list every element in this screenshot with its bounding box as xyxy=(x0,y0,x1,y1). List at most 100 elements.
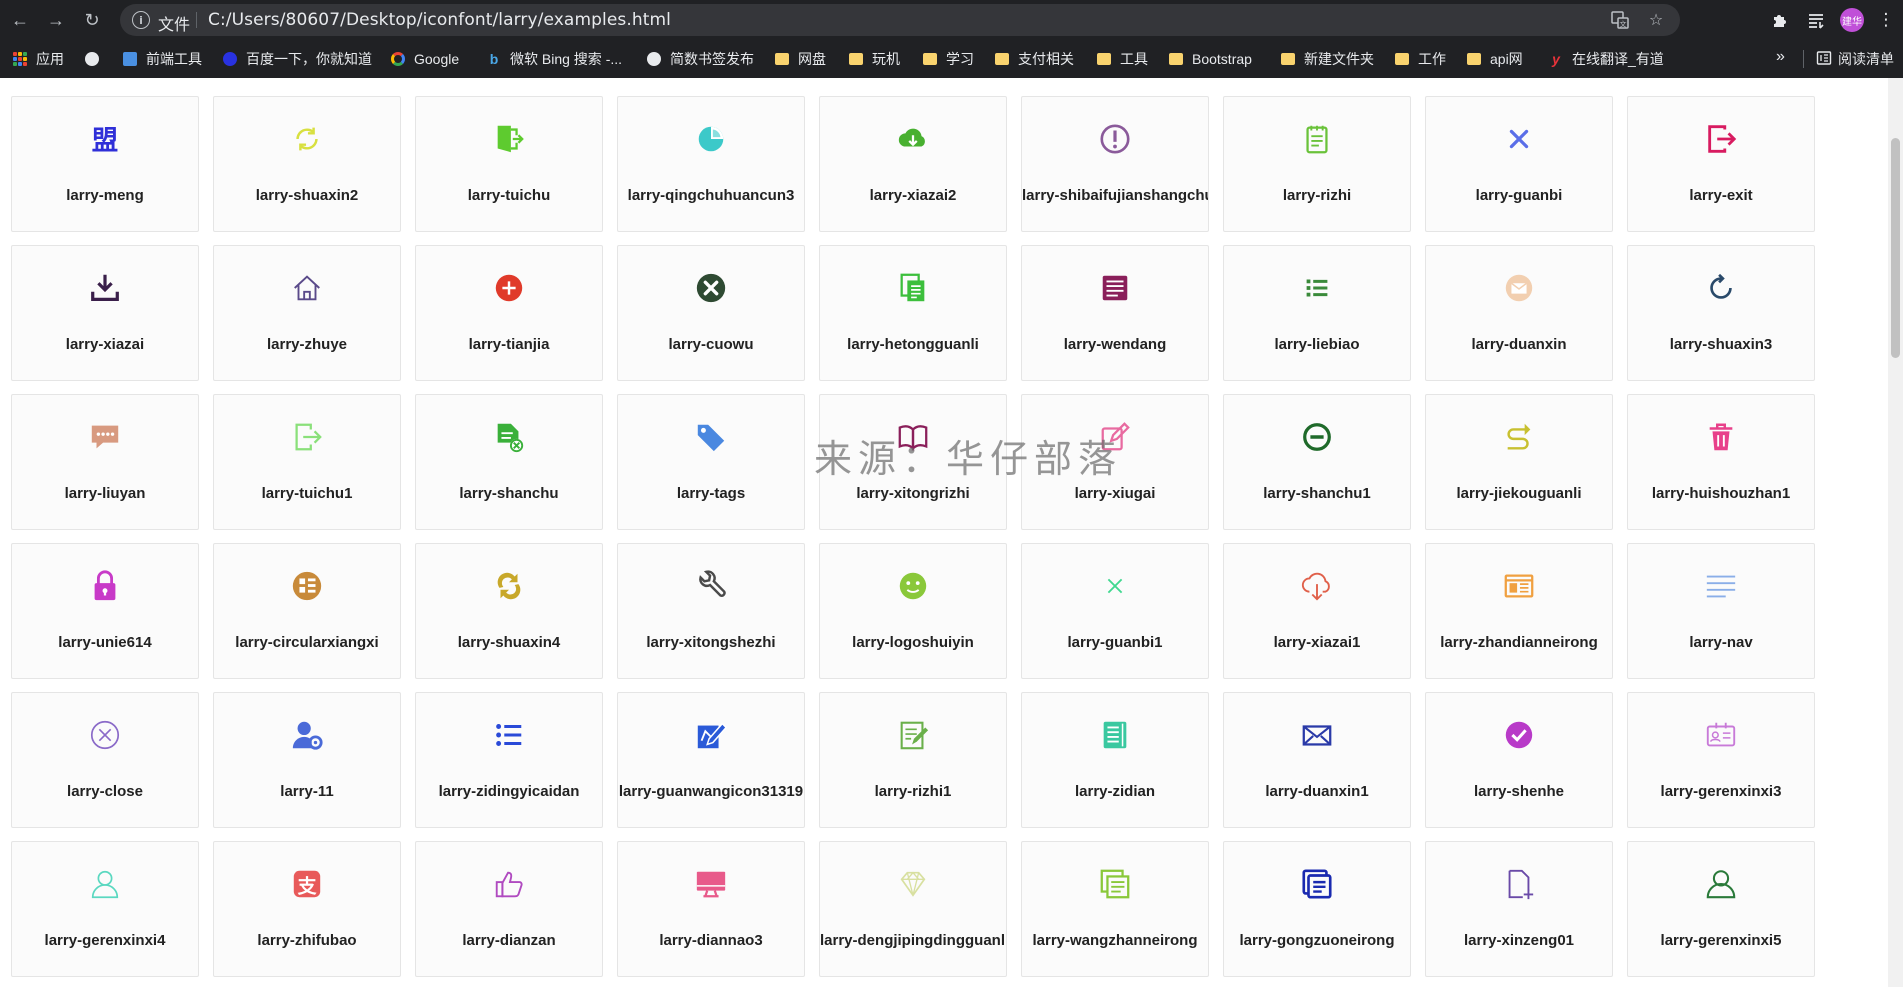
icon-card[interactable]: larry-xiazai1 xyxy=(1223,543,1411,679)
bookmarks-overflow-chevron[interactable]: » xyxy=(1776,48,1785,66)
icon-name-label: larry-circularxiangxi xyxy=(235,634,379,651)
cloud-download-icon xyxy=(895,121,931,157)
reload-icon[interactable]: ↻ xyxy=(80,8,104,32)
icon-card[interactable]: larry-shuaxin4 xyxy=(415,543,603,679)
icon-card[interactable]: larry-xiazai xyxy=(11,245,199,381)
icon-card[interactable]: larry-shanchu xyxy=(415,394,603,530)
icon-card[interactable]: larry-gerenxinxi5 xyxy=(1627,841,1815,977)
forward-arrow-icon[interactable]: → xyxy=(44,8,68,32)
icon-card[interactable]: larry-xitongshezhi xyxy=(617,543,805,679)
icon-card[interactable]: larry-liuyan xyxy=(11,394,199,530)
bookmark-folder-zhifu[interactable]: 支付相关 xyxy=(994,49,1074,69)
icon-card[interactable]: 盟 larry-meng xyxy=(11,96,199,232)
icon-card[interactable]: larry-tuichu xyxy=(415,96,603,232)
bookmark-folder-api[interactable]: api网 xyxy=(1466,49,1523,69)
lock-icon xyxy=(87,568,123,604)
icon-card[interactable]: larry-hetongguanli xyxy=(819,245,1007,381)
bookmark-folder-gongju[interactable]: 工具 xyxy=(1096,49,1148,69)
icon-card[interactable]: larry-wangzhanneirong xyxy=(1021,841,1209,977)
icon-card[interactable]: larry-guanwangicon31319 xyxy=(617,692,805,828)
page-scrollbar[interactable] xyxy=(1888,78,1903,987)
icon-card[interactable]: larry-tianjia xyxy=(415,245,603,381)
icon-card[interactable]: larry-zidingyicaidan xyxy=(415,692,603,828)
icon-card[interactable]: larry-qingchuhuancun3 xyxy=(617,96,805,232)
reading-list-button[interactable]: 阅读清单 xyxy=(1816,49,1894,69)
translate-icon[interactable]: 文 xyxy=(1610,10,1630,30)
menu-kebab-icon[interactable]: ⋮ xyxy=(1874,8,1898,32)
user-gear-icon xyxy=(289,717,325,753)
icon-card[interactable]: larry-rizhi xyxy=(1223,96,1411,232)
bookmark-bing[interactable]: b 微软 Bing 搜索 -... xyxy=(486,49,622,69)
bookmark-frontend-tools[interactable]: 前端工具 xyxy=(122,49,202,69)
icon-card[interactable]: larry-duanxin xyxy=(1425,245,1613,381)
icon-card[interactable]: 支 larry-zhifubao xyxy=(213,841,401,977)
newspaper-icon xyxy=(1501,568,1537,604)
chat-bubble-icon xyxy=(87,419,123,455)
star-icon[interactable]: ☆ xyxy=(1646,10,1666,30)
icon-card[interactable]: larry-cuowu xyxy=(617,245,805,381)
user-outline-dark-icon xyxy=(1703,866,1739,902)
scrollbar-thumb[interactable] xyxy=(1891,138,1900,358)
icon-card[interactable]: larry-gongzuoneirong xyxy=(1223,841,1411,977)
icon-card[interactable]: larry-exit xyxy=(1627,96,1815,232)
icon-card[interactable]: larry-circularxiangxi xyxy=(213,543,401,679)
icon-card[interactable]: larry-rizhi1 xyxy=(819,692,1007,828)
profile-avatar[interactable]: 建华 xyxy=(1840,8,1864,32)
x-circle-icon xyxy=(693,270,729,306)
icon-card[interactable]: larry-nav xyxy=(1627,543,1815,679)
icon-card[interactable]: larry-unie614 xyxy=(11,543,199,679)
id-card-icon xyxy=(1703,717,1739,753)
icon-name-label: larry-shuaxin3 xyxy=(1669,336,1773,353)
extensions-puzzle-icon[interactable] xyxy=(1768,8,1792,32)
icon-card[interactable]: larry-tags xyxy=(617,394,805,530)
bookmark-folder-gongzuo[interactable]: 工作 xyxy=(1394,49,1446,69)
bookmark-youdao[interactable]: y 在线翻译_有道 xyxy=(1548,49,1664,69)
icon-card[interactable]: larry-tuichu1 xyxy=(213,394,401,530)
icon-card[interactable]: larry-11 xyxy=(213,692,401,828)
bookmark-jianshu[interactable]: 简数书签发布 xyxy=(646,49,754,69)
icon-card[interactable]: larry-shuaxin3 xyxy=(1627,245,1815,381)
icon-card[interactable]: larry-guanbi1 xyxy=(1021,543,1209,679)
icon-card[interactable]: larry-xinzeng01 xyxy=(1425,841,1613,977)
bookmark-baidu[interactable]: 百度一下，你就知道 xyxy=(222,49,372,69)
bookmark-google[interactable]: Google xyxy=(390,49,459,69)
bookmark-folder-new[interactable]: 新建文件夹 xyxy=(1280,49,1374,69)
icon-card[interactable]: larry-liebiao xyxy=(1223,245,1411,381)
icon-card[interactable]: larry-shibaifujianshangchuan xyxy=(1021,96,1209,232)
address-bar[interactable]: i 文件 C:/Users/80607/Desktop/iconfont/lar… xyxy=(120,4,1680,36)
icon-card[interactable]: larry-zidian xyxy=(1021,692,1209,828)
icon-card[interactable]: larry-dengjipingdingguanli xyxy=(819,841,1007,977)
bookmark-apps[interactable]: 应用 xyxy=(12,49,64,69)
icon-card[interactable]: larry-jiekouguanli xyxy=(1425,394,1613,530)
icon-card[interactable]: larry-gerenxinxi3 xyxy=(1627,692,1815,828)
icon-card[interactable]: larry-gerenxinxi4 xyxy=(11,841,199,977)
icon-card[interactable]: larry-zhandianneirong xyxy=(1425,543,1613,679)
icon-card[interactable]: larry-logoshuiyin xyxy=(819,543,1007,679)
reading-mode-icon[interactable] xyxy=(1804,8,1828,32)
icon-card[interactable]: larry-zhuye xyxy=(213,245,401,381)
bookmark-label: 工作 xyxy=(1418,51,1446,67)
icon-card[interactable]: larry-close xyxy=(11,692,199,828)
icon-name-label: larry-gerenxinxi3 xyxy=(1660,783,1782,800)
info-icon[interactable]: i xyxy=(132,11,150,29)
bookmark-folder-bootstrap[interactable]: Bootstrap xyxy=(1168,49,1252,69)
icon-card[interactable]: larry-shenhe xyxy=(1425,692,1613,828)
folder-icon xyxy=(1096,51,1112,67)
icon-card[interactable]: larry-dianzan xyxy=(415,841,603,977)
icon-card[interactable]: larry-xiazai2 xyxy=(819,96,1007,232)
url-text[interactable]: C:/Users/80607/Desktop/iconfont/larry/ex… xyxy=(208,10,671,30)
icon-card[interactable]: larry-diannao3 xyxy=(617,841,805,977)
bookmark-folder-wanji[interactable]: 玩机 xyxy=(848,49,900,69)
icon-card[interactable]: larry-guanbi xyxy=(1425,96,1613,232)
icon-card[interactable]: larry-wendang xyxy=(1021,245,1209,381)
back-arrow-icon[interactable]: ← xyxy=(8,8,32,32)
bookmark-folder-xuexi[interactable]: 学习 xyxy=(922,49,974,69)
icon-card[interactable]: larry-shuaxin2 xyxy=(213,96,401,232)
icon-card[interactable]: larry-duanxin1 xyxy=(1223,692,1411,828)
thin-x-icon xyxy=(1097,568,1133,604)
bookmark-folder-wangpan[interactable]: 网盘 xyxy=(774,49,826,69)
icon-card[interactable]: larry-shanchu1 xyxy=(1223,394,1411,530)
icon-card[interactable]: larry-huishouzhan1 xyxy=(1627,394,1815,530)
bookmark-globe[interactable] xyxy=(84,49,100,69)
list-icon xyxy=(1299,270,1335,306)
